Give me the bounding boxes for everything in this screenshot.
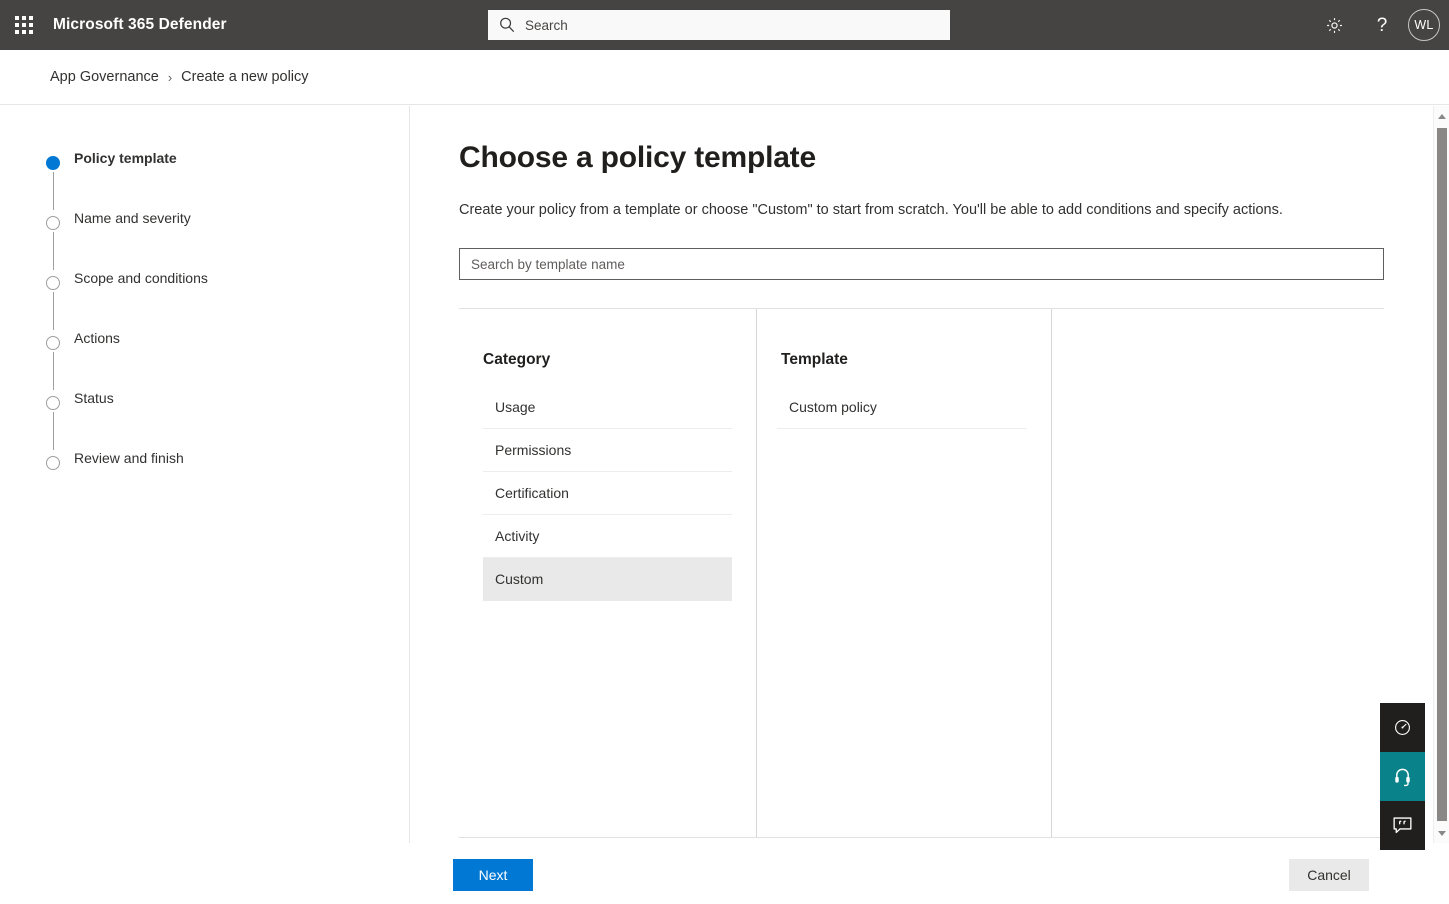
wizard-step-status[interactable]: Status [0, 390, 409, 450]
template-column-heading: Template [781, 351, 848, 368]
step-indicator-hollow-icon [46, 336, 60, 350]
gear-icon [1325, 16, 1344, 35]
settings-button[interactable] [1310, 0, 1358, 50]
wizard-footer: Next Cancel [411, 843, 1449, 904]
breadcrumb-item-app-governance[interactable]: App Governance [50, 69, 159, 85]
wizard-step-label: Scope and conditions [74, 270, 208, 286]
app-launcher-button[interactable] [0, 0, 48, 50]
main-content: Choose a policy template Create your pol… [411, 106, 1438, 843]
step-connector-line [52, 352, 54, 390]
question-mark-icon: ? [1376, 14, 1388, 36]
global-search-box[interactable] [488, 10, 950, 40]
gauge-icon [1393, 718, 1412, 737]
floating-widget-rail [1380, 703, 1425, 850]
wizard-step-scope-and-conditions[interactable]: Scope and conditions [0, 270, 409, 330]
template-option-list: Custom policy [757, 386, 1051, 429]
template-option-custom-policy[interactable]: Custom policy [777, 386, 1027, 429]
template-search-box[interactable] [459, 248, 1384, 280]
global-search-input[interactable] [525, 17, 940, 33]
scrollbar-thumb[interactable] [1437, 128, 1447, 821]
suite-title: Microsoft 365 Defender [53, 16, 227, 33]
template-picker: Category Usage Permissions Certification… [459, 308, 1384, 838]
feedback-widget-button[interactable] [1380, 801, 1425, 850]
wizard-step-navigation: Policy template Name and severity Scope … [0, 106, 410, 843]
step-indicator-hollow-icon [46, 456, 60, 470]
breadcrumb-item-create-a-new-policy: Create a new policy [181, 69, 309, 85]
wizard-step-label: Status [74, 390, 114, 406]
chevron-right-icon: › [167, 69, 173, 85]
category-option-list: Usage Permissions Certification Activity… [459, 386, 756, 601]
search-icon [498, 16, 516, 34]
category-option-usage[interactable]: Usage [483, 386, 732, 429]
category-column: Category Usage Permissions Certification… [459, 309, 757, 837]
category-option-certification[interactable]: Certification [483, 472, 732, 515]
step-indicator-hollow-icon [46, 276, 60, 290]
step-connector-line [52, 412, 54, 450]
wizard-step-label: Name and severity [74, 210, 191, 226]
next-button[interactable]: Next [453, 859, 533, 891]
caret-up-icon [1438, 113, 1446, 119]
category-option-custom[interactable]: Custom [483, 558, 732, 601]
cancel-button[interactable]: Cancel [1289, 859, 1369, 891]
step-indicator-hollow-icon [46, 216, 60, 230]
scroll-up-button[interactable] [1434, 108, 1449, 124]
suite-header-bar: Microsoft 365 Defender ? WL [0, 0, 1449, 50]
category-option-label: Activity [495, 528, 540, 544]
category-option-label: Usage [495, 399, 536, 415]
template-search-input[interactable] [469, 255, 1374, 273]
wizard-step-label: Actions [74, 330, 120, 346]
breadcrumb: App Governance › Create a new policy [0, 50, 1449, 105]
page-title: Choose a policy template [459, 141, 816, 174]
category-option-permissions[interactable]: Permissions [483, 429, 732, 472]
wizard-step-policy-template[interactable]: Policy template [0, 150, 409, 210]
page-scrollbar[interactable] [1433, 106, 1449, 843]
template-option-label: Custom policy [789, 399, 877, 415]
caret-down-icon [1438, 830, 1446, 836]
scroll-down-button[interactable] [1434, 825, 1449, 841]
performance-widget-button[interactable] [1380, 703, 1425, 752]
template-detail-column [1052, 309, 1384, 837]
category-option-activity[interactable]: Activity [483, 515, 732, 558]
support-widget-button[interactable] [1380, 752, 1425, 801]
template-column: Template Custom policy [757, 309, 1052, 837]
wizard-step-name-and-severity[interactable]: Name and severity [0, 210, 409, 270]
step-indicator-hollow-icon [46, 396, 60, 410]
wizard-step-actions[interactable]: Actions [0, 330, 409, 390]
wizard-step-label: Review and finish [74, 450, 184, 466]
step-indicator-filled-icon [46, 156, 60, 170]
wizard-step-label: Policy template [74, 150, 177, 166]
category-column-heading: Category [483, 351, 551, 368]
page-description: Create your policy from a template or ch… [459, 202, 1283, 218]
chat-bubble-icon [1392, 816, 1413, 835]
wizard-step-review-and-finish[interactable]: Review and finish [0, 450, 409, 510]
category-option-label: Permissions [495, 442, 572, 458]
category-option-label: Certification [495, 485, 569, 501]
step-connector-line [52, 172, 54, 210]
waffle-icon [15, 16, 33, 34]
step-connector-line [52, 232, 54, 270]
step-connector-line [52, 292, 54, 330]
help-button[interactable]: ? [1358, 0, 1406, 50]
headset-icon [1393, 766, 1412, 787]
suite-actions: ? WL [1310, 0, 1449, 50]
category-option-label: Custom [495, 571, 544, 587]
avatar[interactable]: WL [1408, 9, 1440, 41]
